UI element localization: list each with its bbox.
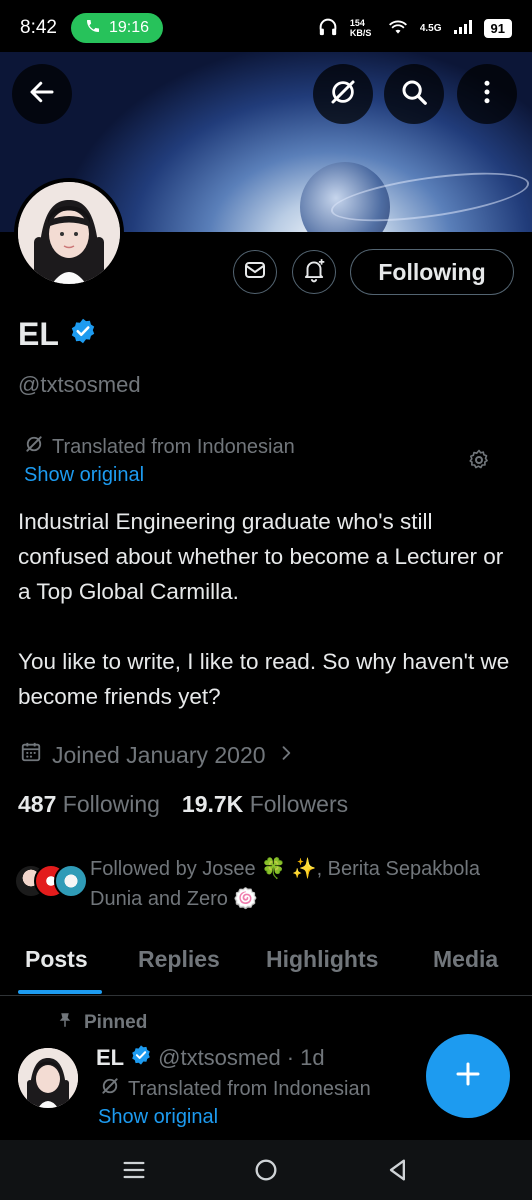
pinned-label-row: Pinned (56, 1010, 147, 1036)
recent-apps-button[interactable] (120, 1156, 148, 1189)
profile-avatar[interactable] (14, 178, 124, 288)
profile-bio: Industrial Engineering graduate who's st… (18, 504, 518, 714)
phone-icon (85, 18, 101, 39)
more-options-button[interactable] (457, 64, 517, 124)
followers-count: 19.7K (181, 791, 244, 817)
bio-paragraph: You like to write, I like to read. So wh… (18, 649, 510, 709)
signal-icon (453, 19, 472, 37)
active-tab-indicator (18, 990, 102, 994)
followed-by-avatars[interactable] (14, 864, 88, 900)
followed-by-text[interactable]: Followed by Josee 🍀 ✨, Berita Sepakbola … (90, 854, 510, 914)
status-time: 8:42 (20, 17, 57, 38)
followers-stat-label: Followers (249, 791, 349, 817)
bell-plus-icon (301, 257, 327, 288)
tab-replies[interactable]: Replies (138, 946, 220, 973)
system-nav-bar (0, 1140, 532, 1200)
joined-date-row[interactable]: Joined January 2020 (20, 741, 296, 769)
pinned-label: Pinned (84, 1012, 148, 1033)
post-translation-note: Translated from Indonesian (100, 1076, 371, 1102)
post-age: · 1d (286, 1045, 325, 1070)
following-button[interactable]: Following (350, 249, 514, 295)
following-stat-label: Following (62, 791, 160, 817)
home-circle-icon (252, 1159, 280, 1188)
gear-icon (467, 449, 491, 476)
post-translation-label: Translated from Indonesian (128, 1077, 371, 1100)
post-author-avatar[interactable] (18, 1048, 78, 1108)
battery-indicator: 91 (483, 18, 512, 38)
search-icon (399, 77, 429, 112)
call-duration: 19:16 (108, 19, 150, 36)
profile-handle: @txtsosmed (18, 372, 141, 397)
search-button[interactable] (384, 64, 444, 124)
profile-tabs: Posts Replies Highlights Media (0, 936, 532, 996)
post-header: EL @txtsosmed · 1d (96, 1044, 325, 1072)
tab-media[interactable]: Media (433, 946, 498, 973)
profile-name-row: EL (18, 316, 97, 353)
avatar (54, 864, 88, 898)
net-speed: 154 KB/S (349, 18, 372, 38)
tab-posts[interactable]: Posts (25, 946, 88, 973)
plus-icon (453, 1059, 483, 1094)
home-button[interactable] (252, 1156, 280, 1189)
verified-badge-icon (130, 1044, 152, 1072)
translation-settings-button[interactable] (467, 448, 491, 477)
grok-icon (100, 1076, 120, 1102)
tab-highlights[interactable]: Highlights (266, 946, 378, 973)
menu-icon (120, 1161, 148, 1188)
calendar-icon (20, 741, 42, 769)
pin-icon (56, 1010, 74, 1036)
post-author-name[interactable]: EL (96, 1045, 124, 1071)
show-original-link[interactable]: Show original (24, 464, 144, 487)
mail-icon (243, 258, 267, 287)
joined-date: Joined January 2020 (52, 741, 266, 768)
message-button[interactable] (233, 250, 277, 294)
following-count: 487 (18, 791, 57, 817)
network-type: 4.5G (419, 22, 442, 34)
grok-icon (328, 77, 358, 112)
bio-translation-note: Translated from Indonesian (24, 434, 295, 460)
more-vertical-icon (472, 77, 502, 112)
grok-icon (24, 434, 44, 460)
notifications-button[interactable] (292, 250, 336, 294)
post-show-original-link[interactable]: Show original (98, 1106, 218, 1129)
followers-stat[interactable]: 19.7K Followers (182, 791, 348, 818)
follow-stats: 487 Following 19.7K Followers (18, 791, 348, 818)
call-indicator[interactable]: 19:16 (70, 13, 164, 43)
back-nav-button[interactable] (384, 1156, 412, 1189)
wifi-icon (388, 19, 408, 38)
compose-post-button[interactable] (426, 1034, 510, 1118)
grok-button[interactable] (313, 64, 373, 124)
status-icons: 154 KB/S 4.5G 91 (318, 18, 512, 39)
translation-label: Translated from Indonesian (52, 435, 295, 458)
following-stat[interactable]: 487 Following (18, 791, 160, 818)
back-triangle-icon (384, 1159, 412, 1188)
back-button[interactable] (12, 64, 72, 124)
back-arrow-icon (27, 77, 57, 112)
verified-badge-icon[interactable] (69, 316, 97, 353)
status-bar: 8:42 19:16 154 KB/S 4.5G 91 (0, 0, 532, 56)
post-author-handle[interactable]: @txtsosmed (158, 1045, 281, 1071)
profile-name: EL (18, 316, 59, 352)
headphones-icon (318, 18, 338, 39)
bio-paragraph: Industrial Engineering graduate who's st… (18, 509, 504, 604)
chevron-right-icon (276, 742, 296, 769)
